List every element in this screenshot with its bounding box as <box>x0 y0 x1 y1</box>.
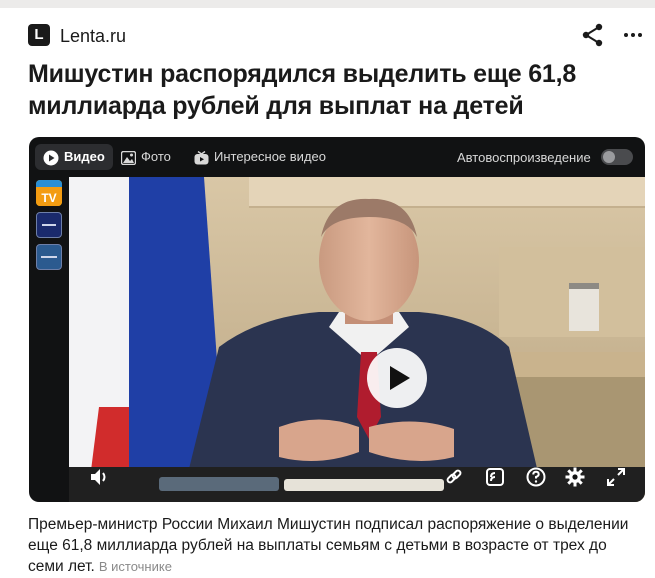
media-tabs: Видео Фото Интересное видео Автовоспроиз… <box>29 137 645 177</box>
video-frame[interactable] <box>69 177 645 502</box>
news-header: L Lenta.ru <box>28 20 648 52</box>
channel-thumb-2[interactable] <box>36 212 62 238</box>
play-circle-icon <box>43 150 59 166</box>
play-triangle-icon <box>390 366 410 390</box>
play-button[interactable] <box>367 348 427 408</box>
source-logo[interactable]: L <box>28 24 50 46</box>
top-strip <box>0 0 655 8</box>
help-icon[interactable] <box>523 464 549 490</box>
source-link[interactable]: В источнике <box>99 559 172 574</box>
autoplay-toggle[interactable] <box>601 149 633 165</box>
channel-list: TV <box>36 177 62 277</box>
gear-icon[interactable] <box>562 464 588 490</box>
tv-icon <box>194 150 209 165</box>
tab-interesting-label: Интересное видео <box>214 149 326 164</box>
link-icon[interactable] <box>441 464 467 490</box>
tab-photo-label: Фото <box>141 149 171 164</box>
image-icon <box>121 150 136 165</box>
tab-video-label: Видео <box>64 149 105 164</box>
article-headline[interactable]: Мишустин распорядился выделить еще 61,8 … <box>28 58 638 122</box>
tab-photo[interactable]: Фото <box>113 144 179 170</box>
cast-icon[interactable] <box>482 464 508 490</box>
channel-3-logo <box>41 256 57 258</box>
volume-icon[interactable] <box>87 464 113 490</box>
source-name[interactable]: Lenta.ru <box>60 26 126 47</box>
share-icon[interactable] <box>580 22 606 48</box>
channel-1-logo: TV <box>36 180 62 206</box>
channel-1-logo-text: TV <box>41 191 56 205</box>
autoplay-label: Автовоспроизведение <box>457 150 591 165</box>
tab-interesting-video[interactable]: Интересное видео <box>186 144 334 170</box>
more-icon[interactable] <box>622 22 644 48</box>
article-caption: Премьер-министр России Михаил Мишустин п… <box>28 514 638 577</box>
fullscreen-icon[interactable] <box>603 464 629 490</box>
tab-video[interactable]: Видео <box>35 144 113 170</box>
channel-2-logo <box>42 224 56 226</box>
video-player: Видео Фото Интересное видео Автовоспроиз… <box>29 137 645 502</box>
video-still <box>69 177 645 502</box>
autoplay-toggle-knob <box>603 151 615 163</box>
channel-thumb-1[interactable]: TV <box>36 180 62 206</box>
channel-thumb-3[interactable] <box>36 244 62 270</box>
